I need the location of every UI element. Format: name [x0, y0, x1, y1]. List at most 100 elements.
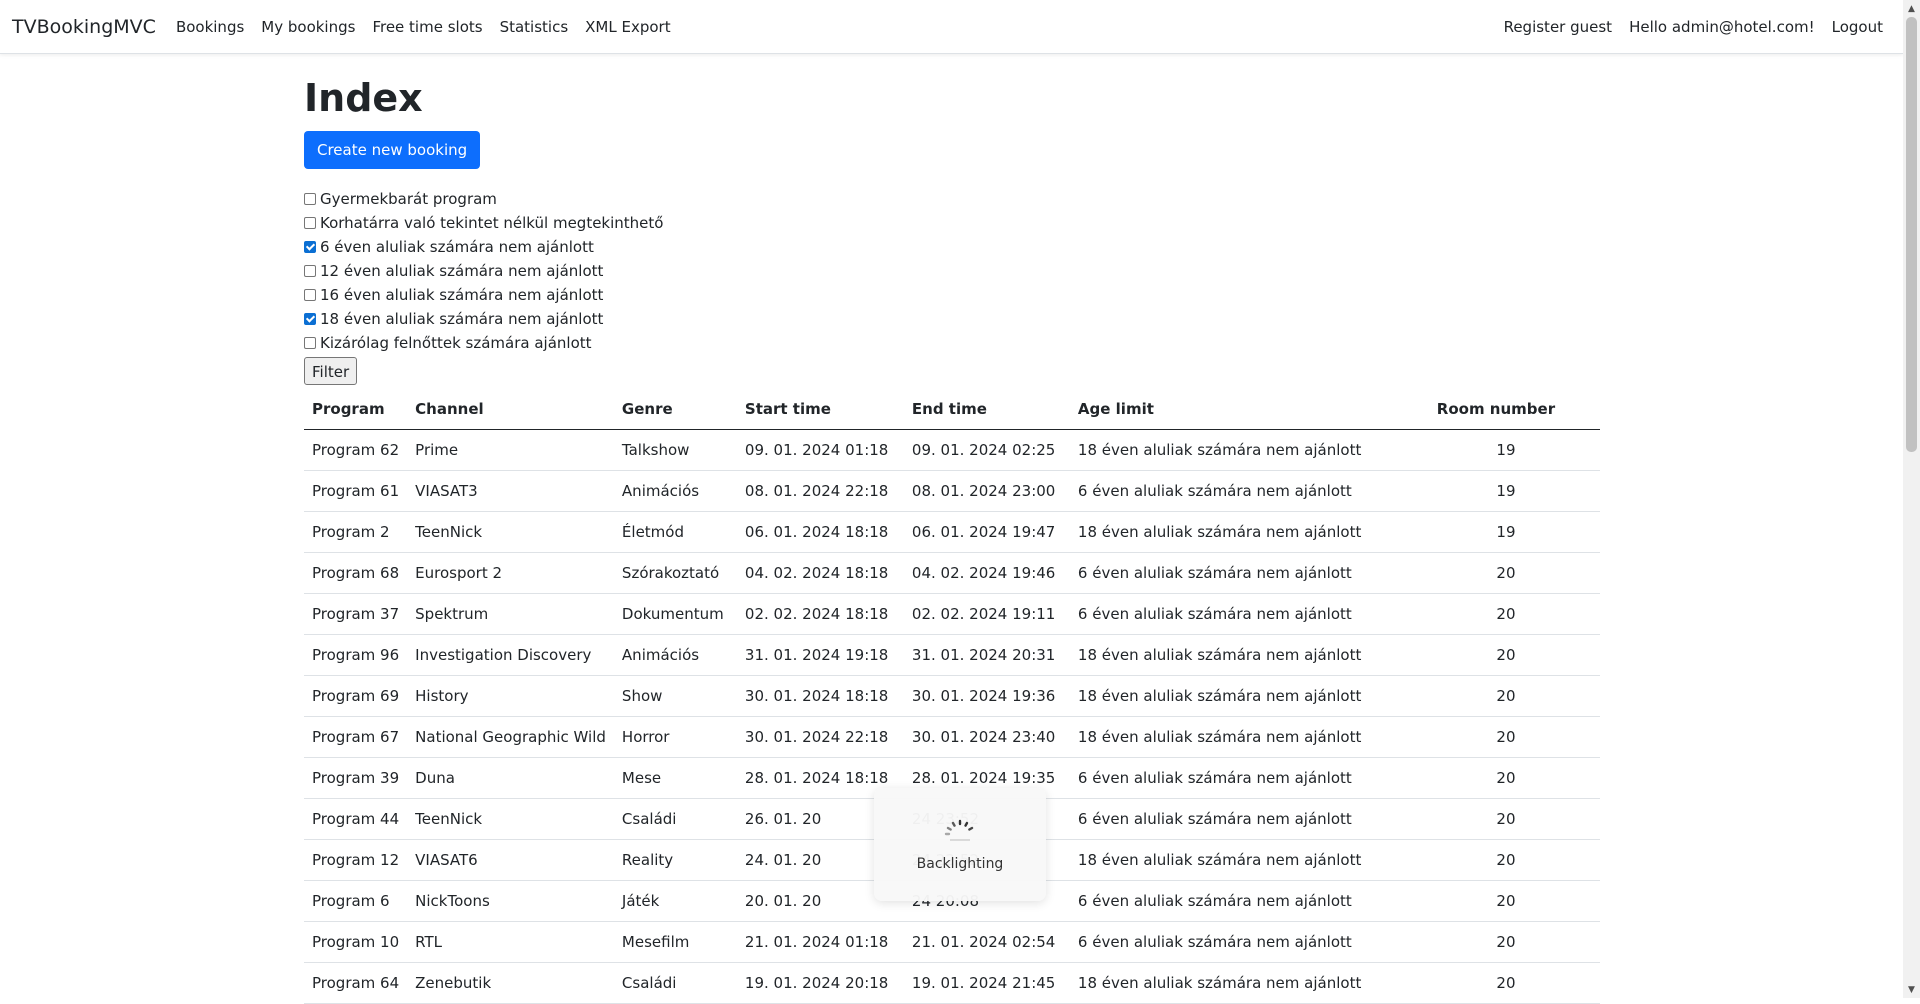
cell-genre: Horror [613, 716, 737, 758]
cell-start-time: 19. 01. 2024 20:18 [736, 962, 904, 1004]
filter-checkbox[interactable] [304, 289, 316, 301]
cell-genre: Mesefilm [613, 921, 737, 963]
cell-channel: RTL [407, 921, 614, 963]
cell-room-number: 20 [1391, 716, 1600, 758]
filter-label[interactable]: 12 éven aluliak számára nem ajánlott [320, 262, 603, 280]
cell-room-number: 20 [1391, 757, 1600, 799]
logout-link[interactable]: Logout [1832, 18, 1883, 36]
cell-age-limit: 6 éven aluliak számára nem ajánlott [1069, 880, 1392, 922]
nav-link-free-time-slots[interactable]: Free time slots [372, 18, 482, 36]
cell-channel: Duna [407, 757, 614, 799]
cell-room-number: 19 [1391, 429, 1600, 471]
cell-program: Program 61 [304, 470, 408, 512]
filter-checkbox[interactable] [304, 265, 316, 277]
table-row: Program 68 Eurosport 2 Szórakoztató 04. 02.… [304, 552, 1600, 594]
cell-start-time: 30. 01. 2024 22:18 [736, 716, 904, 758]
table-row: Program 62 Prime Talkshow 09. 01. 2024 01:1… [304, 429, 1600, 471]
cell-start-time: 06. 01. 2024 18:18 [736, 511, 904, 553]
table-header-row: Program Channel Genre Start time End tim… [304, 389, 1600, 430]
vertical-scrollbar[interactable]: ▲ ▼ [1903, 0, 1920, 998]
header-channel: Channel [407, 389, 614, 430]
filter-option: 6 éven aluliak számára nem ajánlott [304, 235, 1600, 259]
cell-channel: History [407, 675, 614, 717]
filter-button[interactable]: Filter [304, 357, 358, 385]
filter-label[interactable]: Korhatárra való tekintet nélkül megtekin… [320, 214, 663, 232]
page-title: Index [304, 76, 423, 120]
cell-end-time: 08. 01. 2024 23:00 [903, 470, 1070, 512]
cell-age-limit: 6 éven aluliak számára nem ajánlott [1069, 757, 1392, 799]
filter-label[interactable]: 16 éven aluliak számára nem ajánlott [320, 286, 603, 304]
register-guest-link[interactable]: Register guest [1504, 18, 1612, 36]
nav-link-bookings[interactable]: Bookings [176, 18, 244, 36]
nav-link-xml-export[interactable]: XML Export [585, 18, 670, 36]
user-greeting-link[interactable]: Hello admin@hotel.com! [1629, 18, 1815, 36]
cell-start-time: 30. 01. 2024 18:18 [736, 675, 904, 717]
cell-program: Program 44 [304, 798, 408, 840]
cell-age-limit: 18 éven aluliak számára nem ajánlott [1069, 962, 1392, 1004]
cell-room-number: 20 [1391, 798, 1600, 840]
nav-link-my-bookings[interactable]: My bookings [261, 18, 355, 36]
brand-link[interactable]: TVBookingMVC [12, 16, 156, 38]
cell-channel: NickToons [407, 880, 614, 922]
cell-program: Program 6 [304, 880, 408, 922]
cell-start-time: 04. 02. 2024 18:18 [736, 552, 904, 594]
filter-option: 12 éven aluliak számára nem ajánlott [304, 259, 1600, 283]
overlay-label: Backlighting [916, 855, 1004, 872]
cell-end-time: 30. 01. 2024 23:40 [903, 716, 1070, 758]
cell-genre: Családi [613, 962, 737, 1004]
cell-program: Program 64 [304, 962, 408, 1004]
filter-checkbox[interactable] [304, 241, 316, 253]
cell-channel: TeenNick [407, 511, 614, 553]
cell-genre: Talkshow [613, 429, 737, 471]
scrollbar-thumb[interactable] [1906, 17, 1917, 452]
cell-age-limit: 6 éven aluliak számára nem ajánlott [1069, 470, 1392, 512]
filter-label[interactable]: Kizárólag felnőttek számára ajánlott [320, 334, 592, 352]
cell-room-number: 19 [1391, 511, 1600, 553]
backlighting-overlay: Backlighting [874, 788, 1046, 901]
cell-program: Program 39 [304, 757, 408, 799]
filter-checkbox[interactable] [304, 217, 316, 229]
nav-link-statistics[interactable]: Statistics [500, 18, 569, 36]
filter-checkbox[interactable] [304, 193, 316, 205]
cell-start-time: 08. 01. 2024 22:18 [736, 470, 904, 512]
filter-checkbox[interactable] [304, 337, 316, 349]
cell-end-time: 04. 02. 2024 19:46 [903, 552, 1070, 594]
cell-age-limit: 18 éven aluliak számára nem ajánlott [1069, 716, 1392, 758]
cell-program: Program 10 [304, 921, 408, 963]
cell-program: Program 62 [304, 429, 408, 471]
filter-checkbox[interactable] [304, 313, 316, 325]
cell-channel: Spektrum [407, 593, 614, 635]
cell-channel: Eurosport 2 [407, 552, 614, 594]
table-row: Program 69 History Show 30. 01. 2024 18:18 3… [304, 675, 1600, 717]
filter-label[interactable]: Gyermekbarát program [320, 190, 497, 208]
cell-room-number: 20 [1391, 839, 1600, 881]
cell-room-number: 20 [1391, 921, 1600, 963]
header-genre: Genre [613, 389, 737, 430]
cell-program: Program 67 [304, 716, 408, 758]
cell-age-limit: 18 éven aluliak számára nem ajánlott [1069, 429, 1392, 471]
cell-end-time: 31. 01. 2024 20:31 [903, 634, 1070, 676]
header-program: Program [304, 389, 408, 430]
filter-label[interactable]: 18 éven aluliak számára nem ajánlott [320, 310, 603, 328]
cell-end-time: 09. 01. 2024 02:25 [903, 429, 1070, 471]
cell-age-limit: 18 éven aluliak számára nem ajánlott [1069, 675, 1392, 717]
cell-age-limit: 6 éven aluliak számára nem ajánlott [1069, 921, 1392, 963]
cell-genre: Reality [613, 839, 737, 881]
scroll-up-arrow-icon[interactable]: ▲ [1903, 0, 1920, 17]
scroll-down-arrow-icon[interactable]: ▼ [1903, 981, 1920, 998]
cell-age-limit: 6 éven aluliak számára nem ajánlott [1069, 552, 1392, 594]
cell-age-limit: 6 éven aluliak számára nem ajánlott [1069, 593, 1392, 635]
header-end-time: End time [903, 389, 1070, 430]
cell-end-time: 06. 01. 2024 19:47 [903, 511, 1070, 553]
cell-room-number: 19 [1391, 470, 1600, 512]
cell-program: Program 96 [304, 634, 408, 676]
create-booking-button[interactable]: Create new booking [304, 131, 481, 169]
cell-end-time: 30. 01. 2024 19:36 [903, 675, 1070, 717]
cell-room-number: 20 [1391, 552, 1600, 594]
cell-genre: Animációs [613, 634, 737, 676]
cell-channel: National Geographic Wild [407, 716, 614, 758]
filter-label[interactable]: 6 éven aluliak számára nem ajánlott [320, 238, 594, 256]
cell-program: Program 69 [304, 675, 408, 717]
filter-option: Kizárólag felnőttek számára ajánlott [304, 331, 1600, 355]
cell-age-limit: 18 éven aluliak számára nem ajánlott [1069, 839, 1392, 881]
